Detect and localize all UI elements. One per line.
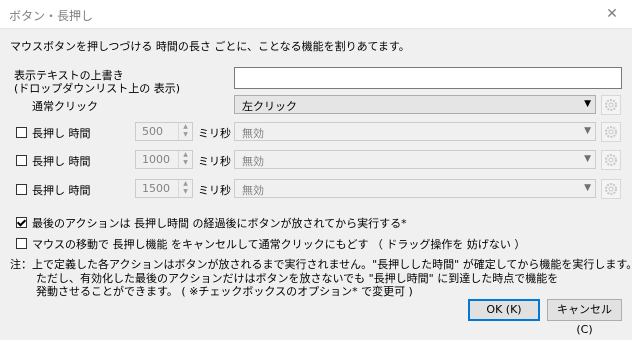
- ok-button[interactable]: OK (K): [468, 299, 540, 321]
- normal-click-dropdown[interactable]: 左クリック ▼: [234, 95, 596, 114]
- hold-2-checkbox[interactable]: [16, 155, 27, 166]
- hold-2-action-selected: 無効: [242, 155, 264, 168]
- hold-2-label: 長押し 時間: [32, 155, 91, 168]
- hold-2-action-dropdown[interactable]: 無効 ▼: [234, 150, 596, 169]
- hold-3-label: 長押し 時間: [32, 184, 91, 197]
- chevron-down-icon: ▼: [584, 183, 591, 193]
- spin-up-down-icon[interactable]: ▲ ▼: [178, 123, 192, 140]
- close-icon[interactable]: ✕: [592, 0, 632, 28]
- chevron-down-icon: ▼: [584, 154, 591, 164]
- hold-1-unit: ミリ秒: [198, 127, 231, 140]
- hold-1-action-dropdown[interactable]: 無効 ▼: [234, 122, 596, 141]
- note-line-3: 発動させることができます。 ( ※チェックボックスのオプション* で変更可 ): [36, 285, 413, 298]
- normal-click-label: 通常クリック: [32, 100, 98, 113]
- gear-icon[interactable]: [601, 150, 621, 170]
- title-bar: ボタン・長押し ✕: [0, 0, 632, 29]
- gear-icon[interactable]: [601, 122, 621, 142]
- override-text-input[interactable]: [234, 67, 622, 89]
- spin-up-down-icon[interactable]: ▲ ▼: [178, 180, 192, 197]
- cancel-button[interactable]: キャンセル (C): [547, 299, 622, 336]
- chevron-down-icon: ▼: [584, 126, 591, 136]
- hold-2-time-spinner[interactable]: 1000 ▲ ▼: [135, 150, 193, 169]
- last-action-checkbox[interactable]: [16, 217, 27, 228]
- chevron-down-icon: ▼: [584, 99, 591, 109]
- mouse-move-checkbox[interactable]: [16, 238, 27, 249]
- hold-3-time-value: 1500: [142, 182, 170, 195]
- hold-1-time-value: 500: [142, 125, 163, 138]
- hold-2-unit: ミリ秒: [198, 155, 231, 168]
- override-label-line2: (ドロップダウンリスト上の 表示): [14, 82, 181, 95]
- hold-1-time-spinner[interactable]: 500 ▲ ▼: [135, 122, 193, 141]
- spin-up-down-icon[interactable]: ▲ ▼: [178, 151, 192, 168]
- hold-3-action-selected: 無効: [242, 184, 264, 197]
- hold-3-action-dropdown[interactable]: 無効 ▼: [234, 179, 596, 198]
- dialog-window: ボタン・長押し ✕ マウスボタンを押しつづける 時間の長さ ごとに、ことなる機能…: [0, 0, 632, 336]
- window-title: ボタン・長押し: [9, 9, 94, 23]
- description-text: マウスボタンを押しつづける 時間の長さ ごとに、ことなる機能を割りあてます。: [10, 40, 410, 53]
- hold-1-checkbox[interactable]: [16, 127, 27, 138]
- hold-1-action-selected: 無効: [242, 127, 264, 140]
- last-action-label: 最後のアクションは 長押し時間 の経過後にボタンが放されてから実行する*: [32, 217, 407, 230]
- hold-3-unit: ミリ秒: [198, 184, 231, 197]
- hold-2-time-value: 1000: [142, 153, 170, 166]
- gear-icon[interactable]: [601, 179, 621, 199]
- hold-1-label: 長押し 時間: [32, 127, 91, 140]
- hold-3-time-spinner[interactable]: 1500 ▲ ▼: [135, 179, 193, 198]
- normal-click-selected: 左クリック: [242, 100, 297, 113]
- mouse-move-label: マウスの移動で 長押し機能 をキャンセルして通常クリックにもどす （ ドラッグ操…: [32, 238, 526, 251]
- hold-3-checkbox[interactable]: [16, 184, 27, 195]
- gear-icon[interactable]: [601, 95, 621, 115]
